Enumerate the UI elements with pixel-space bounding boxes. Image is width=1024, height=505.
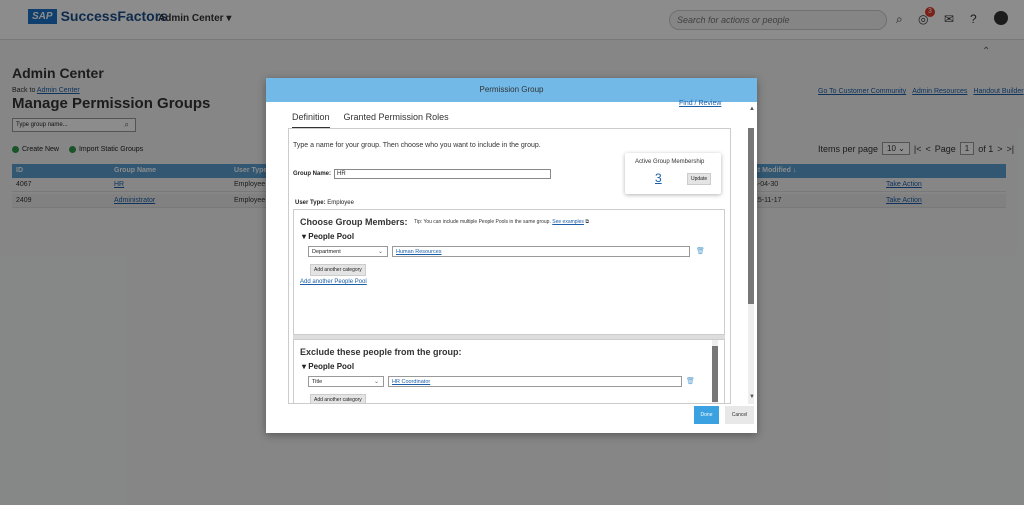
group-name-label: Group Name: bbox=[293, 171, 332, 177]
include-value-field[interactable]: Human Resources bbox=[392, 246, 690, 257]
delete-icon[interactable]: 🗑 bbox=[686, 377, 695, 385]
people-pool-label: People Pool bbox=[308, 232, 355, 241]
add-people-pool-link[interactable]: Add another People Pool bbox=[300, 279, 367, 285]
expand-triangle-icon[interactable]: ▾ bbox=[302, 232, 306, 241]
active-membership-card: Active Group Membership 3 Update bbox=[625, 153, 721, 194]
group-name-field[interactable]: HR bbox=[334, 169, 551, 179]
dialog-scrollbar[interactable] bbox=[748, 128, 754, 404]
find-review-link[interactable]: Find / Review bbox=[679, 100, 721, 107]
people-pool-title: ▾ People Pool bbox=[302, 362, 354, 371]
user-type-label: User Type: bbox=[295, 200, 326, 206]
exclude-category-value: Title bbox=[312, 379, 323, 385]
update-button[interactable]: Update bbox=[687, 173, 712, 185]
membership-title: Active Group Membership bbox=[635, 159, 705, 165]
include-category-value: Department bbox=[312, 249, 341, 255]
tip-text: Tip: You can include multiple People Poo… bbox=[414, 219, 551, 225]
add-category-button[interactable]: Add another category bbox=[310, 264, 366, 276]
intro-text: Type a name for your group. Then choose … bbox=[293, 142, 541, 149]
chevron-down-icon: ⌄ bbox=[377, 249, 383, 255]
membership-count-link[interactable]: 3 bbox=[655, 171, 662, 185]
add-category-button[interactable]: Add another category bbox=[310, 394, 366, 403]
permission-group-dialog: Permission Group Find / Review Definitio… bbox=[266, 78, 757, 433]
scrollbar-thumb[interactable] bbox=[748, 128, 754, 304]
cancel-button[interactable]: Cancel bbox=[725, 406, 754, 424]
include-category-select[interactable]: Department ⌄ bbox=[308, 246, 388, 257]
people-pool-title: ▾ People Pool bbox=[302, 232, 354, 241]
scrollbar-thumb[interactable] bbox=[712, 346, 718, 402]
user-type: User Type: Employee bbox=[295, 200, 354, 206]
external-link-icon: ⧉ bbox=[585, 219, 589, 225]
exclude-category-select[interactable]: Title ⌄ bbox=[308, 376, 384, 387]
exclude-title: Exclude these people from the group: bbox=[300, 347, 462, 357]
dialog-tabs: Definition Granted Permission Roles bbox=[292, 112, 449, 129]
expand-triangle-icon[interactable]: ▾ bbox=[302, 362, 306, 371]
people-pool-label: People Pool bbox=[308, 362, 355, 371]
exclude-value-field[interactable]: HR Coordinator bbox=[388, 376, 682, 387]
scroll-up-icon[interactable]: ▲ bbox=[749, 106, 755, 112]
chevron-down-icon: ⌄ bbox=[373, 379, 379, 385]
tab-definition[interactable]: Definition bbox=[292, 112, 330, 129]
exclude-section: Exclude these people from the group: ▾ P… bbox=[293, 339, 725, 403]
see-examples-link[interactable]: See examples bbox=[552, 219, 584, 225]
tab-granted-permission-roles[interactable]: Granted Permission Roles bbox=[344, 112, 449, 129]
done-button[interactable]: Done bbox=[694, 406, 719, 424]
delete-icon[interactable]: 🗑 bbox=[696, 247, 705, 255]
choose-members-title: Choose Group Members: bbox=[300, 217, 408, 227]
scroll-down-icon[interactable]: ▼ bbox=[749, 394, 755, 400]
dialog-title: Permission Group bbox=[266, 78, 757, 102]
choose-members-section: Choose Group Members: Tip: You can inclu… bbox=[293, 209, 725, 335]
exclude-scrollbar[interactable] bbox=[712, 340, 718, 403]
tip: Tip: You can include multiple People Poo… bbox=[414, 219, 589, 225]
definition-panel: Type a name for your group. Then choose … bbox=[288, 128, 731, 404]
user-type-value: Employee bbox=[327, 200, 354, 206]
